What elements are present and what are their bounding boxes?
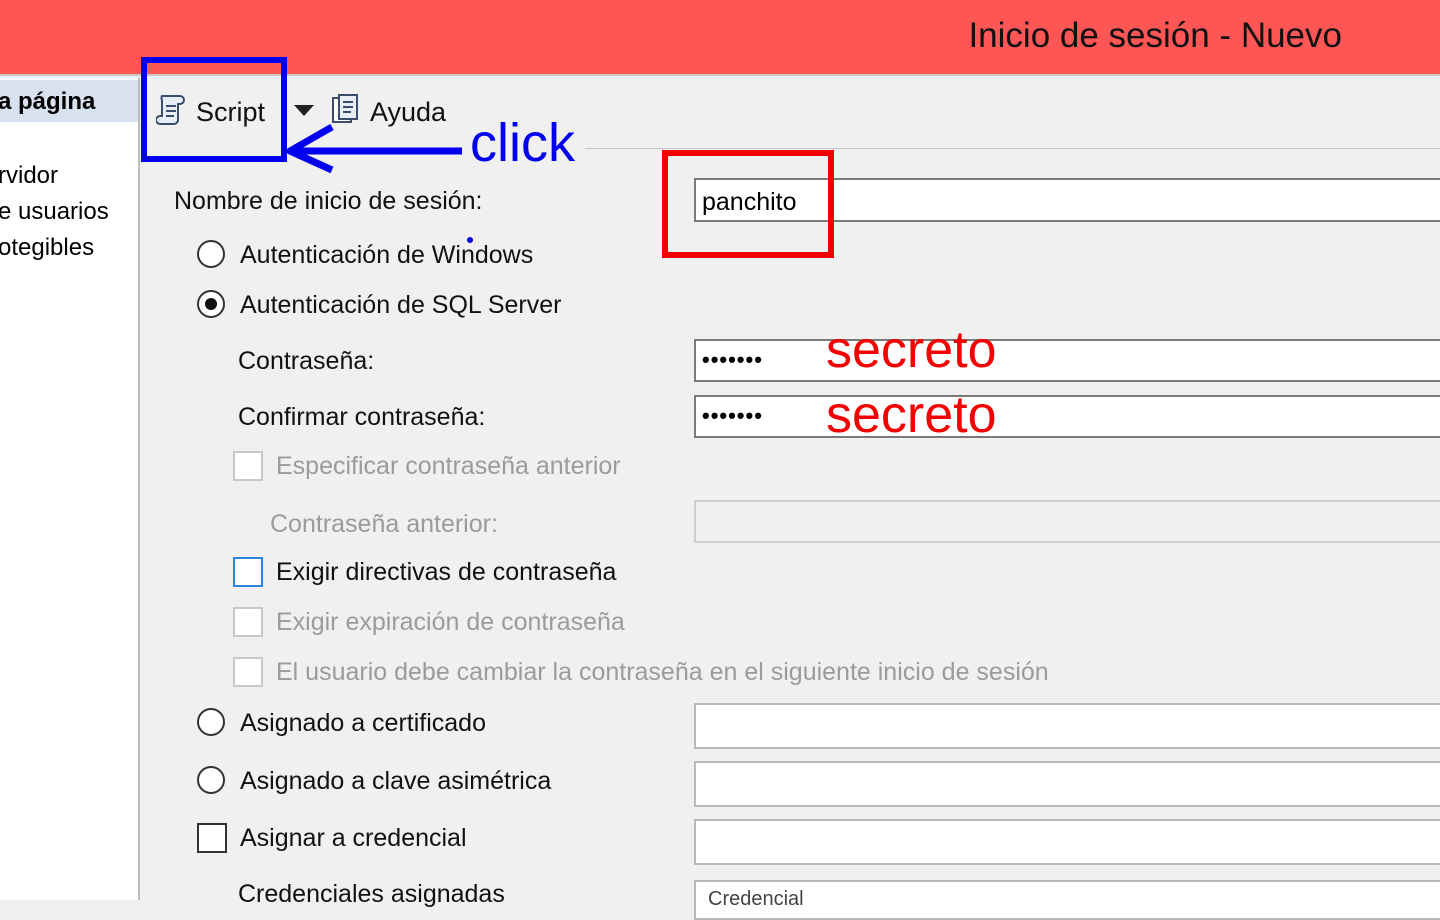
windows-auth-label: Autenticación de Windows — [240, 241, 534, 269]
enforce-expiration-label: Exigir expiración de contraseña — [276, 608, 625, 636]
script-dropdown-arrow[interactable] — [294, 104, 314, 122]
confirm-password-input[interactable]: ••••••• — [694, 395, 1440, 438]
annotation-script-highlight — [141, 57, 287, 162]
annotation-login-highlight — [662, 150, 834, 258]
sidebar-header: a página — [0, 80, 138, 122]
enforce-expiration-checkbox[interactable] — [233, 607, 263, 637]
window-title: Inicio de sesión - Nuevo — [968, 16, 1342, 55]
annotation-arrow-icon — [286, 124, 462, 174]
asym-key-radio[interactable] — [197, 766, 225, 794]
sidebar-item-server[interactable]: rvidor — [0, 162, 58, 190]
windows-auth-radio[interactable] — [197, 240, 225, 268]
annotation-password-hint: secreto — [826, 321, 997, 379]
enforce-policy-checkbox[interactable] — [233, 557, 263, 587]
sidebar-item-users[interactable]: e usuarios — [0, 198, 109, 226]
asym-key-label: Asignado a clave asimétrica — [240, 767, 552, 795]
credential-checkbox[interactable] — [197, 823, 227, 853]
annotation-confirm-hint: secreto — [826, 386, 997, 444]
confirm-password-value: ••••••• — [702, 403, 763, 428]
specify-old-password-label: Especificar contraseña anterior — [276, 452, 621, 480]
mapped-credentials-label: Credenciales asignadas — [238, 880, 505, 908]
sql-auth-label: Autenticación de SQL Server — [240, 291, 562, 319]
enforce-policy-label: Exigir directivas de contraseña — [276, 558, 617, 586]
password-label: Contraseña: — [238, 347, 375, 375]
sql-auth-radio[interactable] — [197, 290, 225, 318]
annotation-dot — [467, 237, 473, 243]
chevron-down-icon — [294, 105, 314, 116]
specify-old-password-checkbox[interactable] — [233, 451, 263, 481]
annotation-click-text: click — [470, 113, 575, 173]
toolbar-separator — [585, 148, 1440, 149]
asym-key-select[interactable] — [694, 761, 1440, 807]
old-password-input[interactable] — [694, 500, 1440, 543]
must-change-checkbox[interactable] — [233, 657, 263, 687]
sidebar-item-securables[interactable]: otegibles — [0, 234, 94, 262]
old-password-label: Contraseña anterior: — [270, 510, 498, 538]
certificate-label: Asignado a certificado — [240, 709, 486, 737]
certificate-radio[interactable] — [197, 708, 225, 736]
credential-label: Asignar a credencial — [240, 824, 467, 852]
sidebar-header-label: a página — [0, 88, 96, 115]
login-name-label: Nombre de inicio de sesión: — [174, 187, 483, 215]
password-input[interactable]: ••••••• — [694, 339, 1440, 382]
confirm-password-label: Confirmar contraseña: — [238, 403, 486, 431]
certificate-select[interactable] — [694, 703, 1440, 749]
mapped-credentials-grid[interactable]: Credencial — [694, 880, 1440, 920]
must-change-label: El usuario debe cambiar la contraseña en… — [276, 658, 1049, 686]
password-value: ••••••• — [702, 347, 763, 372]
credential-select[interactable] — [694, 819, 1440, 865]
page-selector-sidebar: a página rvidor e usuarios otegibles — [0, 78, 140, 900]
